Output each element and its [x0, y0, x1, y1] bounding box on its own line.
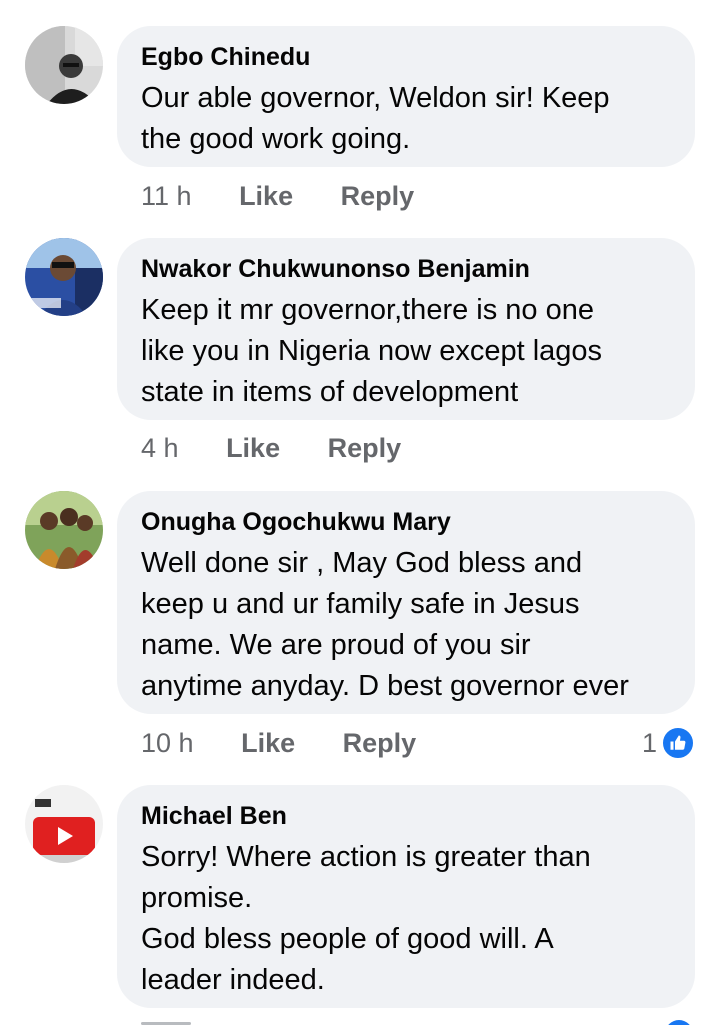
like-button[interactable]: Like: [241, 727, 295, 759]
comment-text: Sorry! Where action is greater than prom…: [141, 841, 591, 996]
like-button[interactable]: Like: [226, 432, 280, 464]
avatar[interactable]: [25, 491, 103, 569]
avatar[interactable]: [25, 26, 103, 104]
comment-text: Keep it mr governor,there is no one like…: [141, 294, 603, 408]
reply-button[interactable]: Reply: [341, 180, 415, 212]
avatar[interactable]: [25, 238, 103, 316]
comment-actions: 4 h Like Reply: [141, 432, 401, 464]
comment-text: Our able governor, Weldon sir! Keep the …: [141, 82, 610, 155]
comment-time[interactable]: 11 h: [141, 180, 192, 212]
comment-time[interactable]: 10 h: [141, 727, 194, 759]
next-comment-peek: [0, 1018, 720, 1025]
comment-bubble: Egbo Chinedu Our able governor, Weldon s…: [117, 26, 695, 167]
comment-bubble: Michael Ben Sorry! Where action is great…: [117, 785, 695, 1008]
comment-author[interactable]: Michael Ben: [141, 801, 671, 831]
thumbs-up-icon: [661, 726, 695, 760]
avatar[interactable]: [25, 785, 103, 863]
comment-time[interactable]: 4 h: [141, 432, 179, 464]
comment-actions: 11 h Like Reply: [141, 180, 414, 212]
reply-button[interactable]: Reply: [328, 432, 402, 464]
reaction-count-value: 1: [641, 728, 657, 758]
like-button[interactable]: Like: [239, 180, 293, 212]
comment-author[interactable]: Egbo Chinedu: [141, 42, 671, 72]
comment-bubble: Nwakor Chukwunonso Benjamin Keep it mr g…: [117, 238, 695, 420]
reply-button[interactable]: Reply: [343, 727, 417, 759]
comment-bubble: Onugha Ogochukwu Mary Well done sir , Ma…: [117, 491, 695, 714]
comment-actions: 10 h Like Reply: [141, 727, 416, 759]
reaction-count[interactable]: 1: [642, 726, 695, 760]
comment-author[interactable]: Onugha Ogochukwu Mary: [141, 507, 671, 537]
comment-text: Well done sir , May God bless and keep u…: [141, 547, 629, 702]
comment-author[interactable]: Nwakor Chukwunonso Benjamin: [141, 254, 671, 284]
